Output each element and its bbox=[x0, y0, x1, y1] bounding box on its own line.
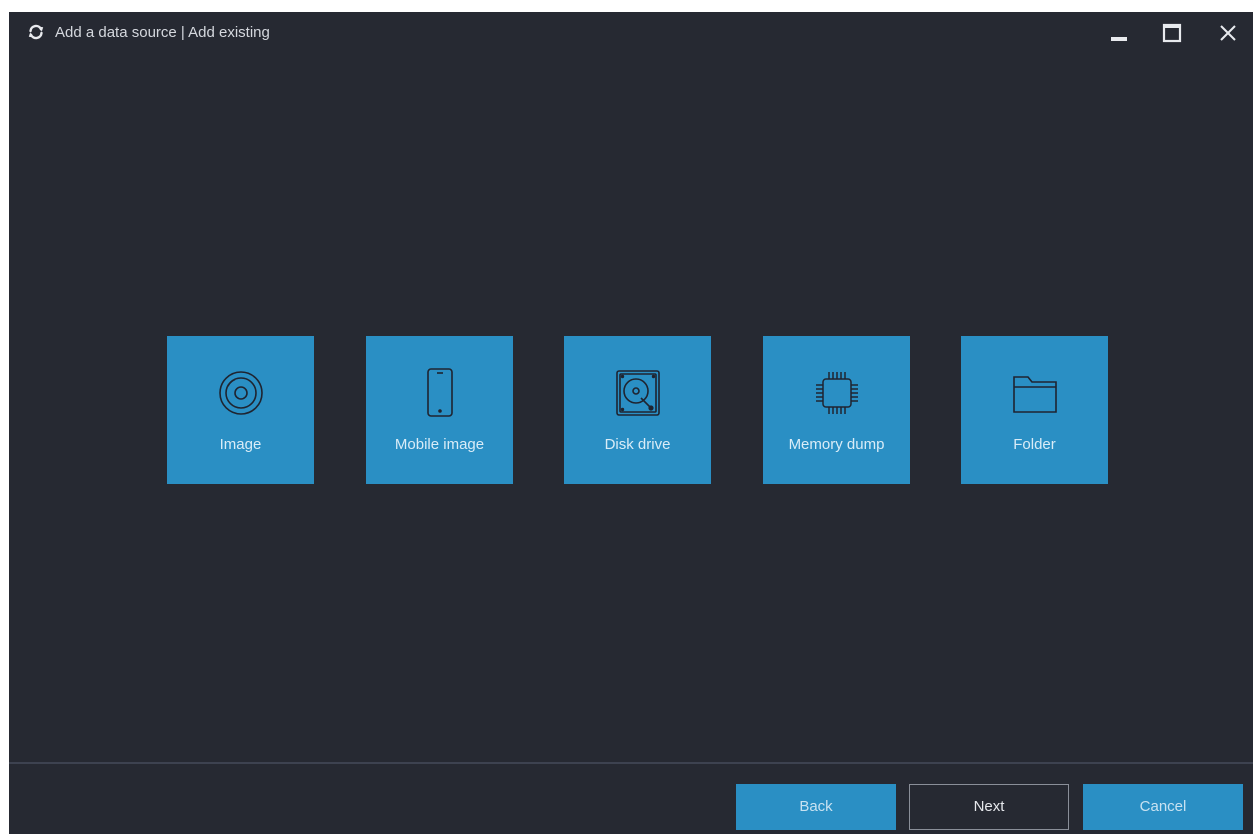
cancel-button[interactable]: Cancel bbox=[1083, 784, 1243, 830]
add-data-source-window: Add a data source | Add existing Image M… bbox=[9, 12, 1253, 834]
source-selection-area: Image Mobile image Disk drive Memory dum… bbox=[9, 54, 1253, 762]
disc-icon bbox=[214, 366, 268, 420]
source-label: Folder bbox=[1013, 436, 1056, 453]
source-tile-memory-dump[interactable]: Memory dump bbox=[763, 336, 910, 484]
dialog-footer: Back Next Cancel bbox=[9, 762, 1253, 834]
close-icon bbox=[1209, 18, 1249, 50]
source-tile-image[interactable]: Image bbox=[167, 336, 314, 484]
folder-icon bbox=[1008, 366, 1062, 420]
maximize-icon bbox=[1152, 18, 1192, 50]
source-label: Image bbox=[219, 436, 262, 453]
back-button[interactable]: Back bbox=[736, 784, 896, 830]
title-bar: Add a data source | Add existing bbox=[9, 12, 1253, 54]
source-tile-mobile-image[interactable]: Mobile image bbox=[366, 336, 513, 484]
hard-drive-icon bbox=[611, 366, 665, 420]
source-label: Mobile image bbox=[394, 436, 485, 453]
source-label: Disk drive bbox=[604, 436, 671, 453]
source-tile-folder[interactable]: Folder bbox=[961, 336, 1108, 484]
source-label: Memory dump bbox=[788, 436, 885, 453]
chip-icon bbox=[810, 366, 864, 420]
maximize-button[interactable] bbox=[1152, 18, 1192, 50]
window-title: Add a data source | Add existing bbox=[55, 24, 270, 41]
minimize-button[interactable] bbox=[1100, 18, 1140, 50]
smartphone-icon bbox=[413, 366, 467, 420]
close-button[interactable] bbox=[1209, 18, 1249, 50]
source-tile-disk-drive[interactable]: Disk drive bbox=[564, 336, 711, 484]
minimize-icon bbox=[1100, 18, 1140, 50]
refresh-icon bbox=[27, 23, 45, 41]
next-button[interactable]: Next bbox=[909, 784, 1069, 830]
